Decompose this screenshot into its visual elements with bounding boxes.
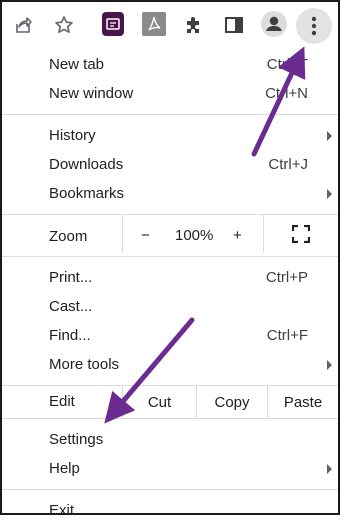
menu-zoom-row: Zoom − 100% + <box>2 215 338 253</box>
menu-item-label: Exit <box>49 502 75 519</box>
menu-item-label: Help <box>49 460 80 477</box>
zoom-out-button[interactable]: − <box>141 221 150 250</box>
browser-toolbar <box>2 2 338 50</box>
menu-item-new-window[interactable]: New window Ctrl+N <box>2 79 338 108</box>
browser-window: New tab Ctrl+T New window Ctrl+N History… <box>0 0 340 519</box>
fullscreen-button[interactable] <box>263 215 338 253</box>
menu-item-new-tab[interactable]: New tab Ctrl+T <box>2 50 338 79</box>
menu-item-shortcut: Ctrl+F <box>266 327 308 344</box>
edit-label: Edit <box>49 393 75 410</box>
copy-button[interactable]: Copy <box>196 386 267 418</box>
menu-item-more-tools[interactable]: More tools <box>2 350 338 379</box>
pdf-extension-icon[interactable] <box>141 12 167 36</box>
zoom-in-button[interactable]: + <box>233 221 242 250</box>
browser-main-menu: New tab Ctrl+T New window Ctrl+N History… <box>2 50 338 525</box>
menu-item-bookmarks[interactable]: Bookmarks <box>2 179 338 208</box>
menu-separator <box>2 114 338 115</box>
menu-item-label: Find... <box>49 327 91 344</box>
side-panel-icon[interactable] <box>221 12 247 38</box>
menu-item-history[interactable]: History <box>2 121 338 150</box>
menu-item-downloads[interactable]: Downloads Ctrl+J <box>2 150 338 179</box>
menu-separator <box>2 256 338 257</box>
copy-label: Copy <box>214 393 250 411</box>
fullscreen-icon <box>292 225 310 243</box>
submenu-arrow-icon <box>327 131 332 141</box>
kebab-menu-icon <box>311 16 317 36</box>
slack-extension-icon[interactable] <box>101 11 125 37</box>
star-icon[interactable] <box>51 12 77 38</box>
menu-item-label: New tab <box>49 56 105 73</box>
menu-item-label: Downloads <box>49 156 124 173</box>
menu-item-label: More tools <box>49 356 120 373</box>
menu-item-help[interactable]: Help <box>2 454 338 483</box>
menu-item-settings[interactable]: Settings <box>2 425 338 454</box>
cut-label: Cut <box>147 393 172 411</box>
menu-separator <box>2 418 338 419</box>
share-icon[interactable] <box>10 12 36 38</box>
menu-item-label: History <box>49 127 96 144</box>
menu-item-cast[interactable]: Cast... <box>2 292 338 321</box>
kebab-menu-button[interactable] <box>296 8 332 44</box>
menu-item-label: Settings <box>49 431 104 448</box>
profile-icon[interactable] <box>261 11 287 37</box>
menu-edit-row: Edit Cut Copy Paste <box>2 386 338 418</box>
zoom-controls: − 100% + <box>122 215 337 253</box>
menu-item-exit[interactable]: Exit <box>2 496 338 525</box>
cut-button[interactable]: Cut <box>122 386 196 418</box>
menu-item-find[interactable]: Find... Ctrl+F <box>2 321 338 350</box>
menu-item-shortcut: Ctrl+J <box>268 156 308 173</box>
menu-item-shortcut: Ctrl+T <box>266 56 308 73</box>
extensions-puzzle-icon[interactable] <box>181 12 207 38</box>
paste-button[interactable]: Paste <box>267 386 338 418</box>
paste-label: Paste <box>283 393 323 411</box>
submenu-arrow-icon <box>327 464 332 474</box>
menu-item-label: Cast... <box>49 298 93 315</box>
menu-item-label: Bookmarks <box>49 185 125 202</box>
menu-item-label: Print... <box>49 269 93 286</box>
menu-item-shortcut: Ctrl+P <box>265 269 308 286</box>
menu-item-shortcut: Ctrl+N <box>265 85 308 102</box>
submenu-arrow-icon <box>327 360 332 370</box>
menu-item-print[interactable]: Print... Ctrl+P <box>2 263 338 292</box>
menu-separator <box>2 489 338 490</box>
zoom-label: Zoom <box>49 228 88 245</box>
submenu-arrow-icon <box>327 189 332 199</box>
menu-item-label: New window <box>49 85 134 102</box>
zoom-level-value: 100% <box>175 227 214 244</box>
